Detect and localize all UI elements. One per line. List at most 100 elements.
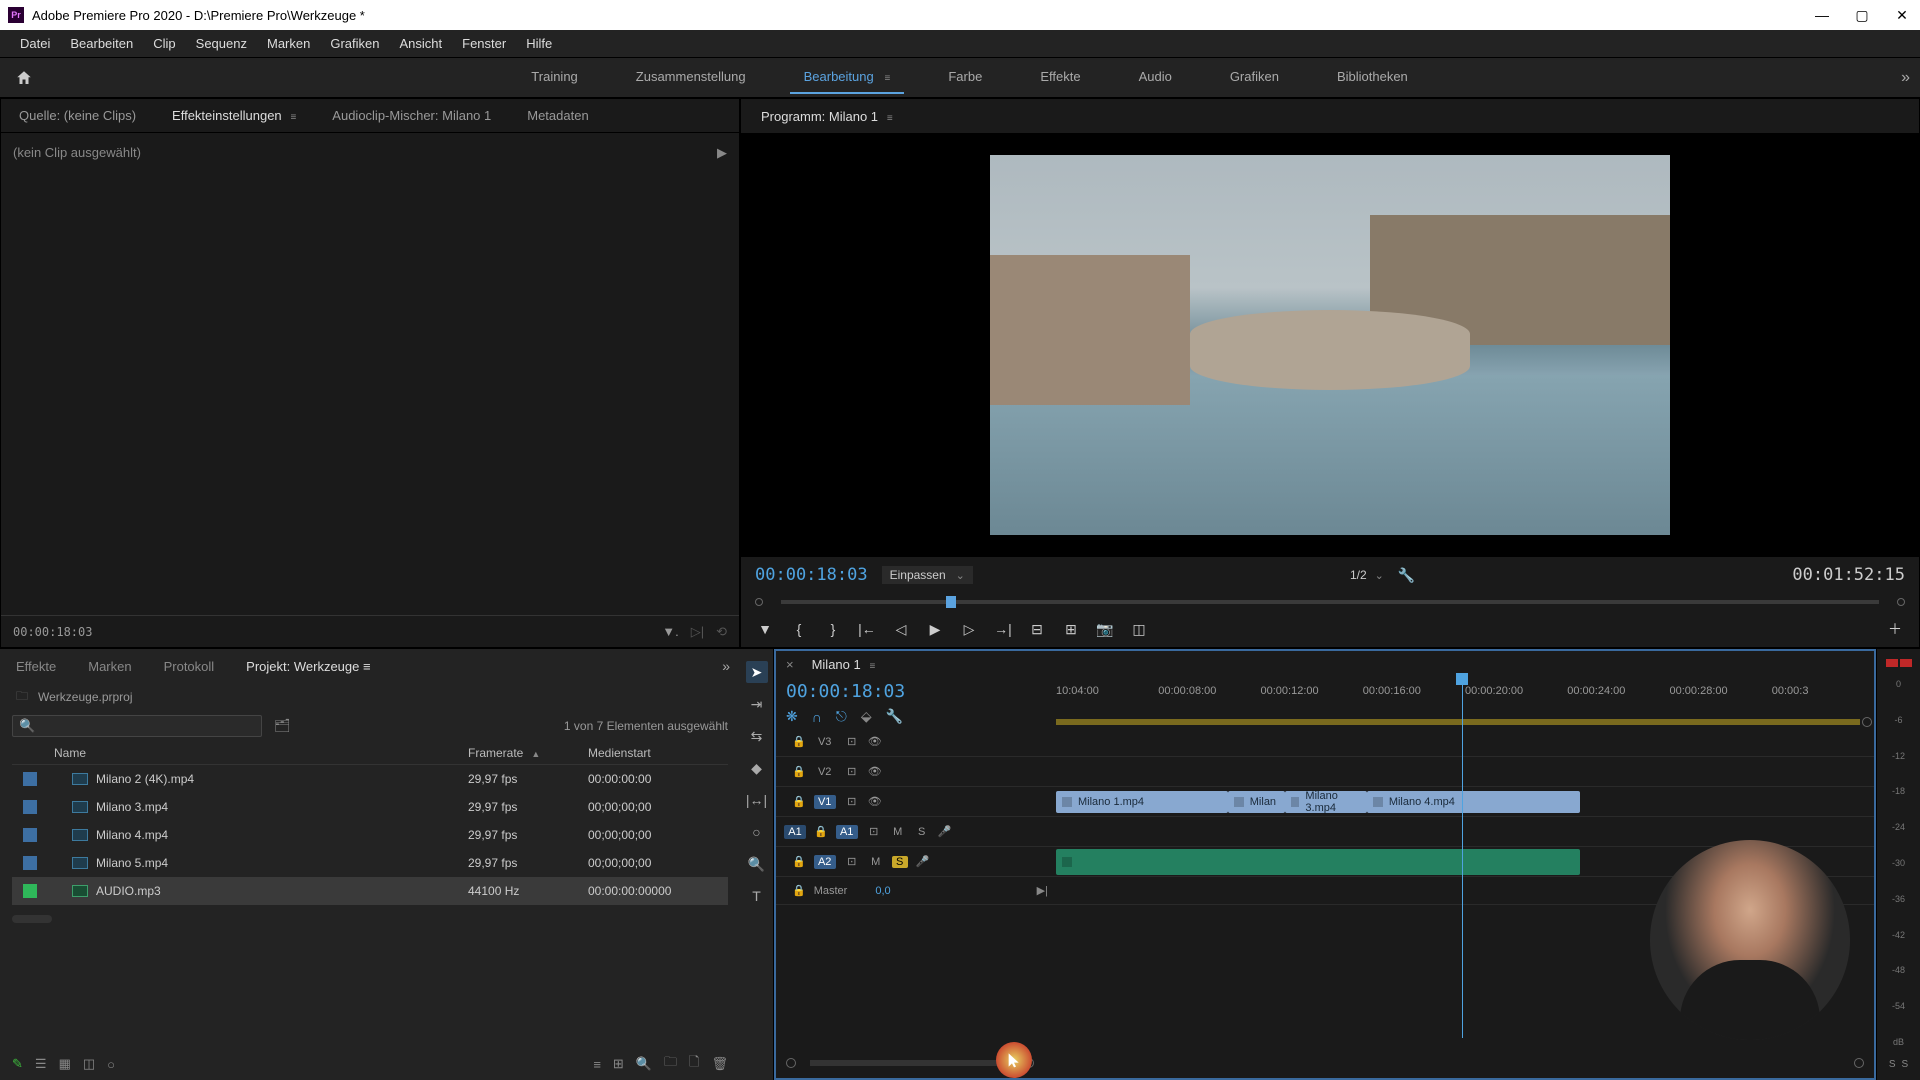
source-tab[interactable]: Audioclip-Mischer: Milano 1 [324,104,499,127]
list-view-icon[interactable]: ☰ [35,1056,47,1072]
project-tab[interactable]: Effekte [10,655,62,678]
close-sequence[interactable]: × [786,657,794,672]
solo-button[interactable]: S [892,856,908,868]
zoom-scrollbar[interactable] [810,1060,1010,1066]
minimize-button[interactable]: — [1812,5,1832,25]
workspace-zusammenstellung[interactable]: Zusammenstellung [622,61,760,94]
fx-badge[interactable] [1062,857,1072,867]
col-name[interactable]: Name [48,746,468,760]
eye-icon[interactable]: 👁 [868,765,882,778]
type-tool[interactable]: T [746,885,768,907]
workspace-audio[interactable]: Audio [1125,61,1186,94]
voice-over-icon[interactable]: 🎤 [916,855,930,868]
program-scrubber[interactable] [755,593,1905,611]
menu-hilfe[interactable]: Hilfe [516,32,562,55]
comparison-view-button[interactable]: ◫ [1129,619,1149,639]
extract-button[interactable]: ⊞ [1061,619,1081,639]
menu-clip[interactable]: Clip [143,32,185,55]
lock-icon[interactable]: 🔒 [792,765,806,778]
video-clip[interactable]: Milan [1228,791,1285,813]
project-tab[interactable]: Protokoll [158,655,221,678]
scrub-start-handle[interactable] [755,598,763,606]
selection-tool[interactable]: ➤ [746,661,768,683]
playhead-head[interactable] [1456,673,1468,685]
project-tab[interactable]: Projekt: Werkzeuge ≡ [240,655,376,678]
timeline-timecode[interactable]: 00:00:18:03 [786,681,1046,702]
step-forward-button[interactable]: ▷ [959,619,979,639]
video-track[interactable] [1056,727,1874,757]
pencil-icon[interactable]: ✎ [12,1056,23,1072]
clip-indicator[interactable] [1886,659,1912,667]
export-frame-button[interactable]: 📷 [1095,619,1115,639]
lock-icon[interactable]: 🔒 [814,825,828,838]
sync-lock-icon[interactable]: ⊡ [844,855,860,868]
expand-icon[interactable]: ▶ [717,145,727,161]
solo-right[interactable]: S [1902,1059,1909,1070]
play-only-icon[interactable]: ▷| [691,624,704,640]
lock-icon[interactable]: 🔒 [792,795,806,808]
button-editor[interactable]: ＋ [1885,619,1905,639]
maximize-button[interactable]: ▢ [1852,5,1872,25]
sequence-tab[interactable]: Milano 1 ≡ [804,653,884,676]
video-clip[interactable]: Milano 4.mp4 [1367,791,1580,813]
mute-button[interactable]: M [868,856,884,868]
project-search[interactable]: 🔍 [12,715,262,737]
audio-clip[interactable] [1056,849,1580,875]
project-tab[interactable]: Marken [82,655,137,678]
fx-badge[interactable] [1062,797,1072,807]
menu-datei[interactable]: Datei [10,32,60,55]
project-item[interactable]: AUDIO.mp3 44100 Hz 00:00:00:00000 [12,877,728,905]
workspace-training[interactable]: Training [517,61,591,94]
program-tab[interactable]: Programm: Milano 1 ≡ [753,105,901,128]
pen-tool[interactable]: ○ [746,821,768,843]
fx-badge[interactable] [1291,797,1299,807]
workspace-bearbeitung[interactable]: Bearbeitung ≡ [790,61,905,94]
solo-button[interactable]: S [914,826,930,838]
project-item[interactable]: Milano 3.mp4 29,97 fps 00;00;00;00 [12,793,728,821]
zoom-dropdown[interactable]: 1/2 [1350,568,1384,582]
col-medienstart[interactable]: Medienstart [588,746,728,760]
video-clip[interactable]: Milano 3.mp4 [1285,791,1367,813]
fx-badge[interactable] [1234,797,1244,807]
zoom-start-handle[interactable] [786,1058,796,1068]
fx-badge[interactable] [1373,797,1383,807]
mark-in-button[interactable]: { [789,619,809,639]
find-icon[interactable]: 🔍 [636,1056,652,1072]
hand-tool[interactable]: 🔍 [746,853,768,875]
menu-marken[interactable]: Marken [257,32,320,55]
menu-fenster[interactable]: Fenster [452,32,516,55]
label-swatch[interactable] [23,884,37,898]
loop-icon[interactable]: ⟲ [716,624,727,640]
mute-button[interactable]: M [890,826,906,838]
project-item[interactable]: Milano 2 (4K).mp4 29,97 fps 00:00:00:00 [12,765,728,793]
label-swatch[interactable] [23,828,37,842]
col-framerate[interactable]: Framerate [468,746,523,760]
razor-tool[interactable]: ◆ [746,757,768,779]
program-viewer[interactable] [741,133,1919,557]
workspace-overflow[interactable]: » [1901,69,1910,87]
source-tab[interactable]: Effekteinstellungen ≡ [164,104,304,127]
scrub-end-handle[interactable] [1897,598,1905,606]
lift-button[interactable]: ⊟ [1027,619,1047,639]
add-marker-icon[interactable]: ⎋ [836,708,847,725]
source-tab[interactable]: Quelle: (keine Clips) [11,104,144,127]
new-bin-icon[interactable]: 🗀 [664,1053,677,1075]
sort-icon[interactable]: ≡ [593,1057,601,1072]
sync-lock-icon[interactable]: ⊡ [844,735,860,748]
source-tab[interactable]: Metadaten [519,104,596,127]
panel-menu-icon[interactable]: ≡ [882,73,891,84]
goto-out-button[interactable]: →| [993,619,1013,639]
step-back-button[interactable]: ◁ [891,619,911,639]
freeform-view-icon[interactable]: ◫ [83,1056,95,1072]
ruler-end-handle[interactable] [1862,717,1872,727]
linked-selection-icon[interactable]: ∩ [812,709,822,725]
label-swatch[interactable] [23,856,37,870]
eye-icon[interactable]: 👁 [868,795,882,808]
workspace-farbe[interactable]: Farbe [934,61,996,94]
eye-icon[interactable]: 👁 [868,735,882,748]
source-a1[interactable]: A1 [784,825,806,839]
menu-ansicht[interactable]: Ansicht [389,32,452,55]
track-header-v3[interactable]: 🔒V3⊡👁 [776,727,1056,757]
close-button[interactable]: ✕ [1892,5,1912,25]
add-marker-button[interactable]: ▼ [755,619,775,639]
